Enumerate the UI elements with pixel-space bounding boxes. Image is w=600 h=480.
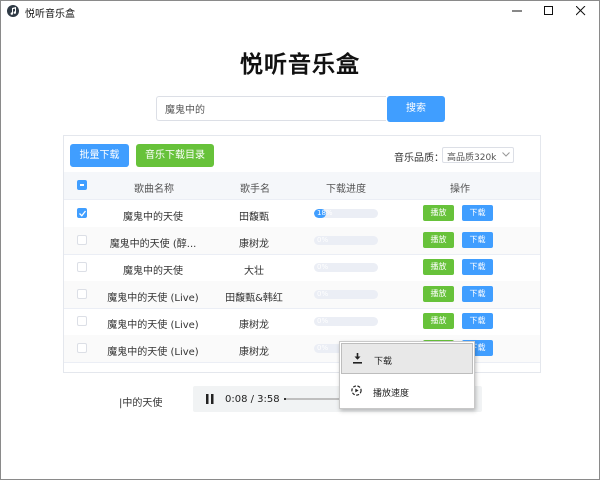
column-header-artist: 歌手名 [240, 184, 270, 195]
minimize-button[interactable] [501, 1, 533, 22]
download-button[interactable]: 下载 [462, 259, 493, 275]
download-directory-button[interactable]: 音乐下载目录 [136, 144, 214, 167]
play-button[interactable]: 播放 [423, 259, 454, 275]
now-playing-title: |中的天使 [119, 398, 163, 409]
row-checkbox[interactable] [77, 262, 87, 272]
check-icon [79, 210, 86, 217]
play-button[interactable]: 播放 [423, 286, 454, 302]
artist-name: 大壮 [244, 266, 264, 277]
title-bar: 悦听音乐盒 [1, 1, 599, 22]
row-checkbox[interactable] [77, 235, 87, 245]
table-row[interactable]: 魔鬼中的天使 (Live) 康树龙 0% 播放下载 [64, 308, 540, 336]
results-card: 批量下载 音乐下载目录 音乐品质： 高品质320k 歌曲名称 歌手名 下载进度 … [63, 135, 541, 373]
play-button[interactable]: 播放 [423, 205, 454, 221]
download-button[interactable]: 下载 [462, 205, 493, 221]
playback-speed-icon [351, 385, 362, 396]
column-header-progress: 下载进度 [326, 184, 366, 195]
quality-selected-value: 高品质320k [447, 153, 497, 163]
column-header-actions: 操作 [450, 184, 470, 195]
maximize-button[interactable] [533, 1, 565, 22]
play-button[interactable]: 播放 [423, 232, 454, 248]
song-name: 魔鬼中的天使 (醇... [109, 239, 197, 250]
song-name: 魔鬼中的天使 [123, 212, 183, 223]
menu-item-download[interactable]: 下载 [341, 343, 473, 374]
table-row[interactable]: 魔鬼中的天使 田馥甄 18% 播放 下载 [64, 200, 540, 228]
menu-item-playback-speed[interactable]: 播放速度 [341, 376, 473, 407]
row-checkbox[interactable] [77, 343, 87, 353]
download-progress-text: 18% [317, 209, 333, 217]
download-progress-text: 0% [317, 317, 329, 325]
close-button[interactable] [565, 1, 597, 22]
download-progress-text: 0% [317, 344, 329, 352]
quality-select[interactable]: 高品质320k [442, 147, 514, 163]
quality-label: 音乐品质： [394, 153, 444, 164]
download-progress-bar: 0% [314, 290, 378, 299]
download-progress-bar: 0% [314, 236, 378, 245]
minimize-icon [512, 10, 522, 12]
menu-item-label: 播放速度 [373, 389, 410, 399]
page-title: 悦听音乐盒 [240, 52, 360, 78]
table-row[interactable]: 魔鬼中的天使 大壮 0% 播放 下载 [64, 254, 540, 282]
song-name: 魔鬼中的天使 [123, 266, 183, 277]
artist-name: 康树龙 [239, 239, 269, 250]
download-button[interactable]: 下载 [462, 313, 493, 329]
search-input[interactable] [156, 96, 386, 121]
window-title: 悦听音乐盒 [25, 9, 75, 20]
context-menu: 下载 播放速度 [339, 341, 475, 409]
download-progress-bar: 18% [314, 209, 378, 218]
download-button[interactable]: 下载 [462, 232, 493, 248]
artist-name: 田馥甄 [239, 212, 269, 223]
song-name: 魔鬼中的天使 (Live) [107, 293, 199, 304]
download-progress-text: 0% [317, 236, 329, 244]
song-name: 魔鬼中的天使 (Live) [107, 347, 199, 358]
row-checkbox[interactable] [77, 316, 87, 326]
table-row[interactable]: 魔鬼中的天使 (醇... 康树龙 0% 播放 下载 [64, 227, 540, 255]
download-icon [353, 353, 362, 364]
player-time: 0:08 / 3:58 [225, 394, 280, 405]
search-button[interactable]: 搜索 [387, 96, 445, 122]
play-button[interactable]: 播放 [423, 313, 454, 329]
download-progress-text: 0% [317, 290, 329, 298]
music-note-icon [7, 5, 19, 17]
artist-name: 康树龙 [239, 347, 269, 358]
table-row[interactable]: 魔鬼中的天使 (Live) 田馥甄&韩红 0% 播放 下载 [64, 281, 540, 309]
seek-bar-fill [284, 398, 287, 400]
row-checkbox[interactable] [77, 208, 87, 218]
select-all-checkbox[interactable] [77, 180, 87, 190]
pause-icon[interactable] [206, 394, 214, 404]
menu-item-label: 下载 [374, 357, 393, 367]
download-progress-bar: 0% [314, 317, 378, 326]
table-header: 歌曲名称 歌手名 下载进度 操作 [64, 172, 540, 200]
column-header-song: 歌曲名称 [134, 184, 174, 195]
app-window: 悦听音乐盒 悦听音乐盒 搜索 批量下载 音乐下载目录 音乐品质： 高品质320k… [0, 0, 600, 480]
artist-name: 田馥甄&韩红 [225, 293, 283, 304]
chevron-down-icon [502, 152, 510, 157]
row-checkbox[interactable] [77, 289, 87, 299]
download-button[interactable]: 下载 [462, 286, 493, 302]
download-progress-text: 0% [317, 263, 329, 271]
artist-name: 康树龙 [239, 320, 269, 331]
batch-download-button[interactable]: 批量下载 [70, 144, 129, 167]
close-icon [576, 6, 586, 16]
seek-bar[interactable] [284, 398, 344, 400]
song-name: 魔鬼中的天使 (Live) [107, 320, 199, 331]
download-progress-bar: 0% [314, 263, 378, 272]
maximize-icon [544, 6, 553, 15]
